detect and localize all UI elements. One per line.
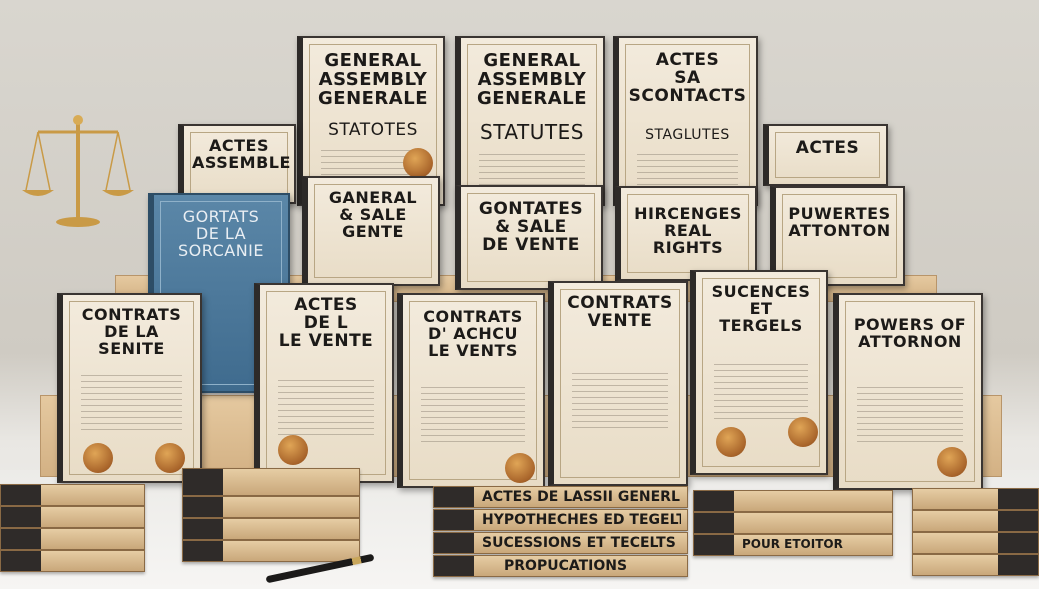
book-label: PROPUCATIONS — [504, 558, 628, 574]
text-lines — [278, 380, 374, 440]
document-hircenges[interactable]: HIRCENGES REAL RIGHTS — [615, 186, 757, 281]
document-title: GORTATS DE LA SORCANIE — [178, 207, 264, 260]
document-subtitle: STATUTES — [480, 120, 584, 144]
text-lines — [81, 375, 182, 435]
document-title: POWERS OF ATTORNON — [853, 315, 967, 351]
document-contrats-achcu[interactable]: CONTRATS D' ACHCU LE VENTS — [397, 293, 545, 488]
book-label: HYPOTHECHES ED TEGELTS — [482, 512, 681, 528]
wax-seal-icon — [83, 443, 113, 473]
book[interactable] — [912, 510, 1039, 532]
wax-seal-icon — [505, 453, 535, 483]
document-sucences-tergels[interactable]: SUCENCES ET TERGELS — [690, 270, 828, 475]
document-actes-assemble[interactable]: ACTES ASSEMBLE — [178, 124, 296, 204]
book-label: SUCESSIONS ET TECELTS — [482, 535, 676, 551]
document-powers-of-attornon[interactable]: POWERS OF ATTORNON — [833, 293, 983, 490]
scales-of-justice-icon — [22, 115, 134, 227]
document-actes-scontacts[interactable]: ACTES SA SCONTACTS STAGLUTES — [613, 36, 758, 206]
wax-seal-icon — [403, 148, 433, 178]
book[interactable] — [693, 512, 893, 534]
document-contrats-senite[interactable]: CONTRATS DE LA SENITE — [57, 293, 202, 483]
text-lines — [572, 373, 668, 433]
document-actes-vente[interactable]: ACTES DE L LE VENTE — [254, 283, 394, 483]
book[interactable] — [182, 540, 360, 562]
document-title: ACTES — [795, 138, 860, 158]
book[interactable] — [693, 490, 893, 512]
book[interactable] — [182, 496, 360, 518]
document-title: GENERAL ASSEMBLY GENERALE — [318, 50, 428, 109]
scene: GENERAL ASSEMBLY GENERALE STATOTES GENER… — [0, 0, 1039, 589]
book-propucations[interactable]: PROPUCATIONS — [433, 555, 688, 577]
document-title: SUCENCES ET TERGELS — [711, 282, 811, 335]
document-gontates-sale[interactable]: GONTATES & SALE DE VENTE — [455, 185, 603, 290]
document-title: GONTATES & SALE DE VENTE — [478, 199, 584, 255]
document-general-assembly-2[interactable]: GENERAL ASSEMBLY GENERALE STATUTES — [455, 36, 605, 206]
wax-seal-icon — [278, 435, 308, 465]
book-label: ACTES DE LASSII GENERLE — [482, 489, 681, 505]
document-title: GANERAL & SALE GENTE — [328, 188, 418, 241]
book[interactable] — [912, 488, 1039, 510]
book[interactable] — [0, 506, 145, 528]
document-title: CONTRATS DE LA SENITE — [81, 305, 182, 358]
document-title: ACTES DE L LE VENTE — [278, 295, 374, 351]
document-title: ACTES SA SCONTACTS — [628, 50, 747, 106]
document-contrats-vente[interactable]: CONTRATS VENTE — [548, 281, 688, 486]
book[interactable] — [0, 550, 145, 572]
document-actes[interactable]: ACTES — [763, 124, 888, 186]
text-lines — [421, 387, 525, 447]
book[interactable] — [912, 554, 1039, 576]
book-actes-assemblee[interactable]: ACTES DE LASSII GENERLE — [433, 486, 688, 508]
book-pour-etoitor[interactable]: POUR ETOITOR — [693, 534, 893, 556]
book[interactable] — [0, 528, 145, 550]
document-title: ACTES ASSEMBLE — [192, 136, 291, 172]
text-lines — [857, 387, 963, 447]
wax-seal-icon — [788, 417, 818, 447]
document-title: PUWERTES ATTONTON — [788, 204, 891, 240]
document-title: CONTRATS VENTE — [567, 293, 673, 331]
wax-seal-icon — [155, 443, 185, 473]
document-title: CONTRATS D' ACHCU LE VENTS — [423, 307, 523, 360]
document-title: GENERAL ASSEMBLY GENERALE — [477, 50, 587, 109]
book[interactable] — [182, 518, 360, 540]
document-subtitle: STAGLUTES — [645, 127, 730, 143]
book[interactable] — [912, 532, 1039, 554]
wax-seal-icon — [937, 447, 967, 477]
book-successions[interactable]: SUCESSIONS ET TECELTS — [433, 532, 688, 554]
book-label: POUR ETOITOR — [742, 537, 843, 551]
document-title: HIRCENGES REAL RIGHTS — [634, 204, 742, 257]
document-ganeral-sale[interactable]: GANERAL & SALE GENTE — [302, 176, 440, 286]
wax-seal-icon — [716, 427, 746, 457]
book[interactable] — [0, 484, 145, 506]
document-subtitle: STATOTES — [328, 120, 418, 140]
book-hypotheques[interactable]: HYPOTHECHES ED TEGELTS — [433, 509, 688, 531]
book[interactable] — [182, 468, 360, 496]
text-lines — [714, 364, 808, 424]
